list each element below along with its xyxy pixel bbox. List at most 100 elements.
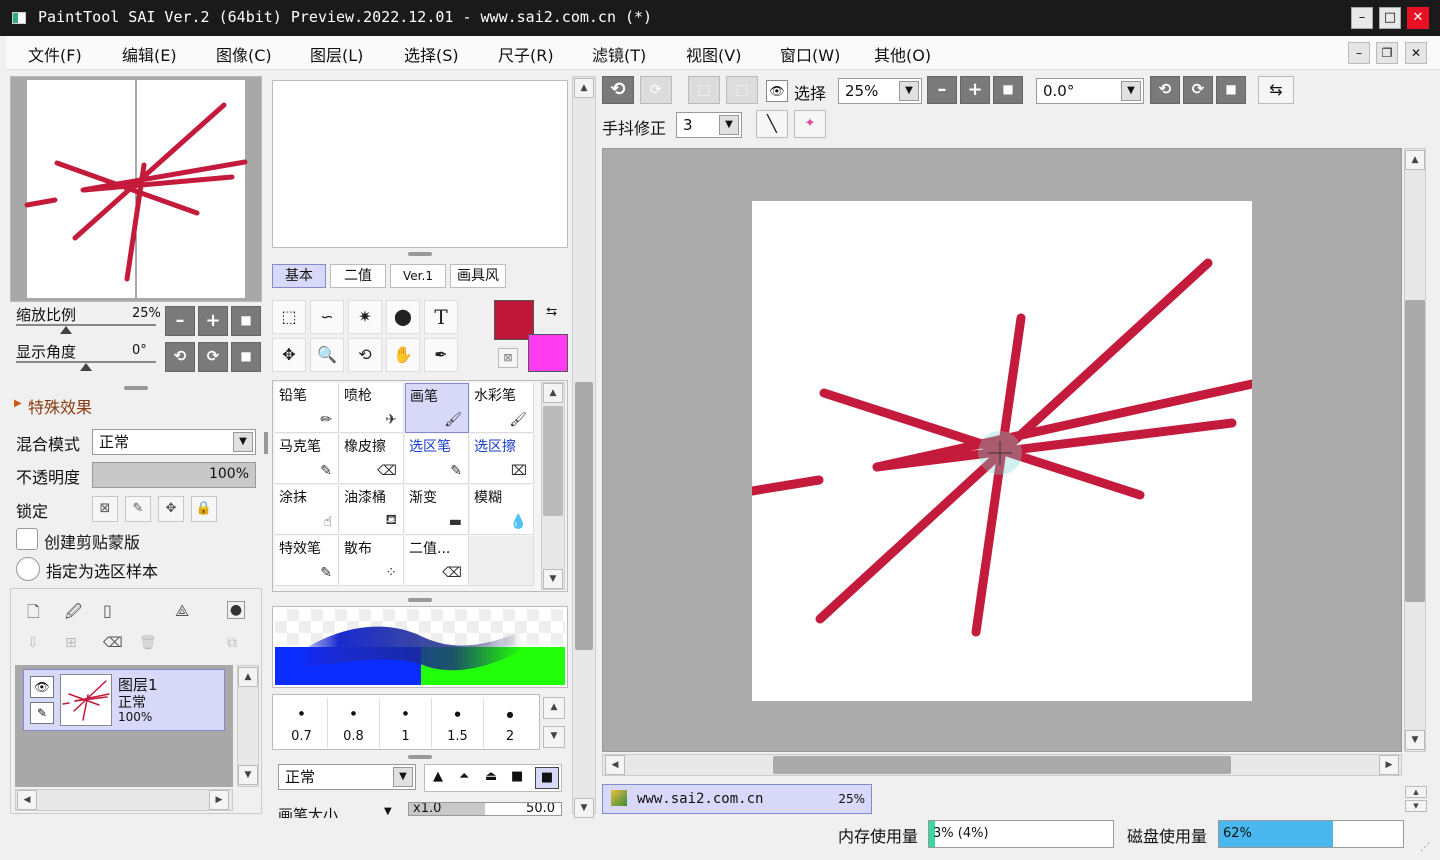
- merge-down-icon[interactable]: ⇩: [27, 635, 39, 651]
- text-icon[interactable]: T: [424, 300, 458, 334]
- size-scroll-up[interactable]: ▲: [543, 697, 565, 719]
- brush-size-2[interactable]: ● 2: [484, 698, 536, 748]
- tabs-scroll-up[interactable]: ▲: [1405, 786, 1427, 798]
- brush-cell[interactable]: 画笔 🖌: [405, 383, 469, 433]
- rect-select-icon[interactable]: ⬚: [272, 300, 306, 334]
- canvas-hscroll-thumb[interactable]: [773, 756, 1231, 774]
- canvas-vscroll-thumb[interactable]: [1405, 300, 1425, 602]
- zoom-icon[interactable]: 🔍: [310, 338, 344, 372]
- shape-square-icon[interactable]: ■: [511, 769, 523, 784]
- zoom-out-button[interactable]: –: [165, 306, 195, 336]
- panel-splitter-3[interactable]: [408, 598, 432, 602]
- layer-mask-icon[interactable]: ●: [227, 601, 245, 619]
- document-tab[interactable]: www.sai2.com.cn 25%: [602, 784, 872, 814]
- menu-other[interactable]: 其他(O): [874, 42, 931, 66]
- move-icon[interactable]: ✥: [272, 338, 306, 372]
- zoom-reset-button[interactable]: ■: [231, 306, 261, 336]
- brush-size-1[interactable]: ● 1: [380, 698, 432, 748]
- rotate-icon[interactable]: ⟲: [348, 338, 382, 372]
- zoom-select[interactable]: 25% ▼: [838, 78, 922, 104]
- brush-cell[interactable]: 马克笔 ✎: [275, 434, 339, 484]
- lock-all-icon[interactable]: 🔒: [191, 496, 217, 522]
- menu-layer[interactable]: 图层(L): [310, 42, 363, 66]
- brush-scroll-thumb[interactable]: [543, 406, 563, 516]
- panel-splitter[interactable]: [124, 386, 148, 390]
- brush-size-dropdown-icon[interactable]: ▼: [384, 806, 392, 817]
- brush-cell[interactable]: 橡皮擦 ⌫: [340, 434, 404, 484]
- blend-mode-select[interactable]: 正常 ▼: [92, 429, 256, 455]
- menu-filter[interactable]: 滤镜(T): [592, 42, 646, 66]
- middle-scroll-up[interactable]: ▲: [574, 78, 594, 98]
- rotate-reset-button[interactable]: ■: [231, 342, 261, 372]
- brush-mode-select[interactable]: 正常 ▼: [278, 764, 416, 790]
- new-layer-icon[interactable]: 🗋: [27, 601, 40, 628]
- expand-arrow-icon[interactable]: ▶: [14, 398, 22, 409]
- toolbar-zoom-in[interactable]: +: [960, 76, 990, 104]
- eye-icon[interactable]: 👁: [30, 676, 54, 698]
- doc-close-button[interactable]: ✕: [1405, 42, 1427, 64]
- layer-scroll-right[interactable]: ▶: [209, 790, 229, 810]
- zoom-slider[interactable]: [16, 324, 156, 326]
- canvas-scroll-right[interactable]: ▶: [1379, 755, 1399, 775]
- canvas-scroll-up[interactable]: ▲: [1405, 150, 1425, 170]
- brush-cell[interactable]: 油漆桶 ⛾: [340, 485, 404, 535]
- brush-cell[interactable]: 选区笔 ✎: [405, 434, 469, 484]
- middle-scroll-thumb[interactable]: [575, 382, 593, 650]
- copy-layer-icon[interactable]: ⊞: [65, 635, 77, 651]
- lock-transparency-icon[interactable]: ⊠: [92, 496, 118, 522]
- menu-ruler[interactable]: 尺子(R): [498, 42, 554, 66]
- layer-hscrollbar[interactable]: [15, 789, 233, 811]
- navigator-preview[interactable]: [10, 76, 262, 302]
- brush-size-0.8[interactable]: ● 0.8: [328, 698, 380, 748]
- menu-image[interactable]: 图像(C): [216, 42, 272, 66]
- tab-painter[interactable]: 画具风: [450, 264, 506, 288]
- brush-cell[interactable]: 渐变 ▬: [405, 485, 469, 535]
- toolbar-zoom-out[interactable]: –: [927, 76, 957, 104]
- brush-cell[interactable]: 水彩笔 🖌: [470, 383, 534, 433]
- brush-scroll-up[interactable]: ▲: [543, 383, 563, 403]
- eye-icon[interactable]: 👁: [766, 80, 788, 102]
- undo-button[interactable]: ⟲: [602, 76, 634, 104]
- deselect-button[interactable]: ⬚: [688, 76, 720, 104]
- straight-line-icon[interactable]: ╲: [756, 110, 788, 138]
- angle-slider-handle[interactable]: [80, 363, 92, 371]
- swap-colors-icon[interactable]: ⮀: [546, 304, 557, 320]
- brush-scroll-down[interactable]: ▼: [543, 569, 563, 589]
- shape-round-icon[interactable]: ⏶: [459, 769, 469, 784]
- secondary-color-swatch[interactable]: [528, 334, 568, 372]
- doc-restore-button[interactable]: ❐: [1376, 42, 1398, 64]
- angle-select[interactable]: 0.0° ▼: [1036, 78, 1144, 104]
- layer-scroll-down[interactable]: ▼: [238, 765, 258, 785]
- minimize-button[interactable]: –: [1351, 7, 1373, 29]
- rotate-right-button[interactable]: ⟳: [198, 342, 228, 372]
- sample-checkbox[interactable]: [16, 557, 40, 581]
- new-folder-icon[interactable]: ▯: [103, 601, 112, 620]
- layer-row[interactable]: 👁 ✎ 图层1 正常 100%: [23, 669, 225, 731]
- toolbar-rotate-reset[interactable]: ■: [1216, 76, 1246, 104]
- panel-grip[interactable]: [264, 432, 268, 454]
- stabilizer-select[interactable]: 3 ▼: [676, 112, 742, 138]
- zoom-in-button[interactable]: +: [198, 306, 228, 336]
- brush-size-slider[interactable]: x1.0 50.0: [408, 802, 562, 816]
- clip-checkbox[interactable]: [16, 528, 38, 550]
- canvas-viewport[interactable]: [602, 148, 1402, 752]
- menu-edit[interactable]: 编辑(E): [122, 42, 177, 66]
- canvas-drawing[interactable]: [752, 201, 1252, 701]
- opacity-slider[interactable]: 100%: [92, 462, 256, 488]
- doc-minimize-button[interactable]: –: [1348, 42, 1370, 64]
- rotate-left-button[interactable]: ⟲: [165, 342, 195, 372]
- tab-binary[interactable]: 二值: [330, 264, 386, 288]
- brush-size-1.5[interactable]: ● 1.5: [432, 698, 484, 748]
- brush-cell[interactable]: 二值... ⌫: [405, 536, 469, 586]
- new-vector-layer-icon[interactable]: 🖉: [65, 601, 82, 628]
- flip-horizontal-icon[interactable]: ⇆: [1258, 76, 1294, 104]
- shape-icon[interactable]: ⬤: [386, 300, 420, 334]
- tab-ver1[interactable]: Ver.1: [390, 264, 446, 288]
- layer-scroll-up[interactable]: ▲: [238, 667, 258, 687]
- menu-view[interactable]: 视图(V): [686, 42, 741, 66]
- brush-cell[interactable]: 选区擦 ⌧: [470, 434, 534, 484]
- brush-cell[interactable]: 模糊 💧: [470, 485, 534, 535]
- layer-effect-icon[interactable]: ⟁: [175, 601, 189, 621]
- toolbar-zoom-reset[interactable]: ■: [993, 76, 1023, 104]
- shape-flat-icon[interactable]: ⏏: [485, 769, 497, 784]
